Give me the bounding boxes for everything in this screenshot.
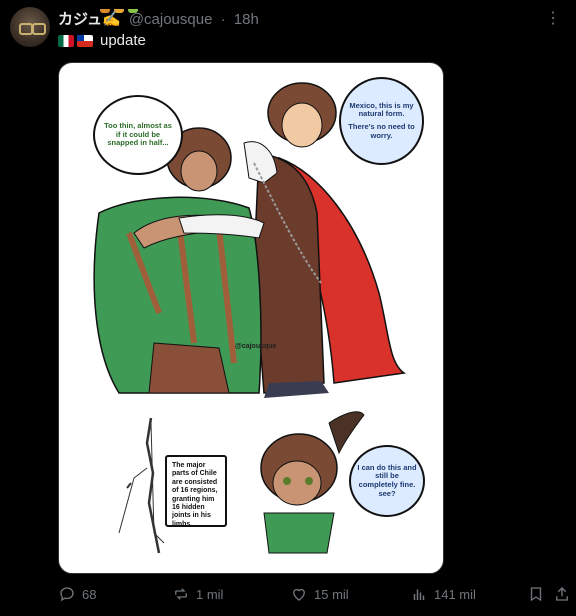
avatar[interactable] [10, 7, 50, 47]
glasses-icon [32, 23, 46, 35]
chile-flag-icon [77, 34, 93, 47]
mexico-flag-icon [58, 34, 74, 47]
like-count: 15 mil [314, 586, 349, 602]
repost-count: 1 mil [196, 586, 224, 602]
bubble-right-line1: Mexico, this is my natural form. [349, 100, 414, 119]
timestamp[interactable]: 18h [234, 11, 259, 28]
reply-button[interactable]: 68 [58, 585, 96, 603]
post-header: カジュ✍ @cajousque · 18h [58, 8, 259, 29]
bookmark-icon [530, 587, 542, 602]
more-options-icon[interactable]: ⋮ [545, 8, 562, 28]
action-bar: 68 1 mil 15 mil 141 mil [0, 585, 576, 607]
speech-bubble-left: Too thin, almost as if it could be snapp… [93, 95, 183, 175]
repost-button[interactable]: 1 mil [172, 585, 223, 603]
views-button[interactable]: 141 mil [410, 585, 476, 603]
analytics-icon [413, 589, 425, 600]
speech-bubble-bottom: I can do this and still be completely fi… [349, 445, 425, 517]
glasses-icon [19, 23, 33, 35]
separator: · [220, 11, 226, 28]
share-icon [556, 587, 568, 601]
bookmark-button[interactable] [527, 585, 545, 603]
like-button[interactable]: 15 mil [290, 585, 349, 603]
post-body: update [100, 32, 146, 49]
reply-icon [60, 587, 74, 602]
post-text: update [58, 32, 146, 49]
reply-count: 68 [82, 586, 97, 602]
caption-box: The major parts of Chile are consisted o… [165, 455, 227, 528]
emoji-strip-top [100, 0, 160, 13]
post-image[interactable]: Too thin, almost as if it could be snapp… [58, 62, 444, 574]
watermark: @cajousque [235, 343, 277, 350]
handle[interactable]: @cajousque [129, 11, 213, 28]
speech-bubble-right: Mexico, this is my natural form. There's… [339, 77, 424, 165]
share-button[interactable] [553, 585, 571, 603]
display-name[interactable]: カジュ✍ [58, 11, 121, 28]
bubble-right-line2: There's no need to worry. [348, 122, 415, 140]
view-count: 141 mil [434, 586, 476, 602]
repost-icon [175, 588, 187, 600]
heart-icon [293, 588, 305, 601]
